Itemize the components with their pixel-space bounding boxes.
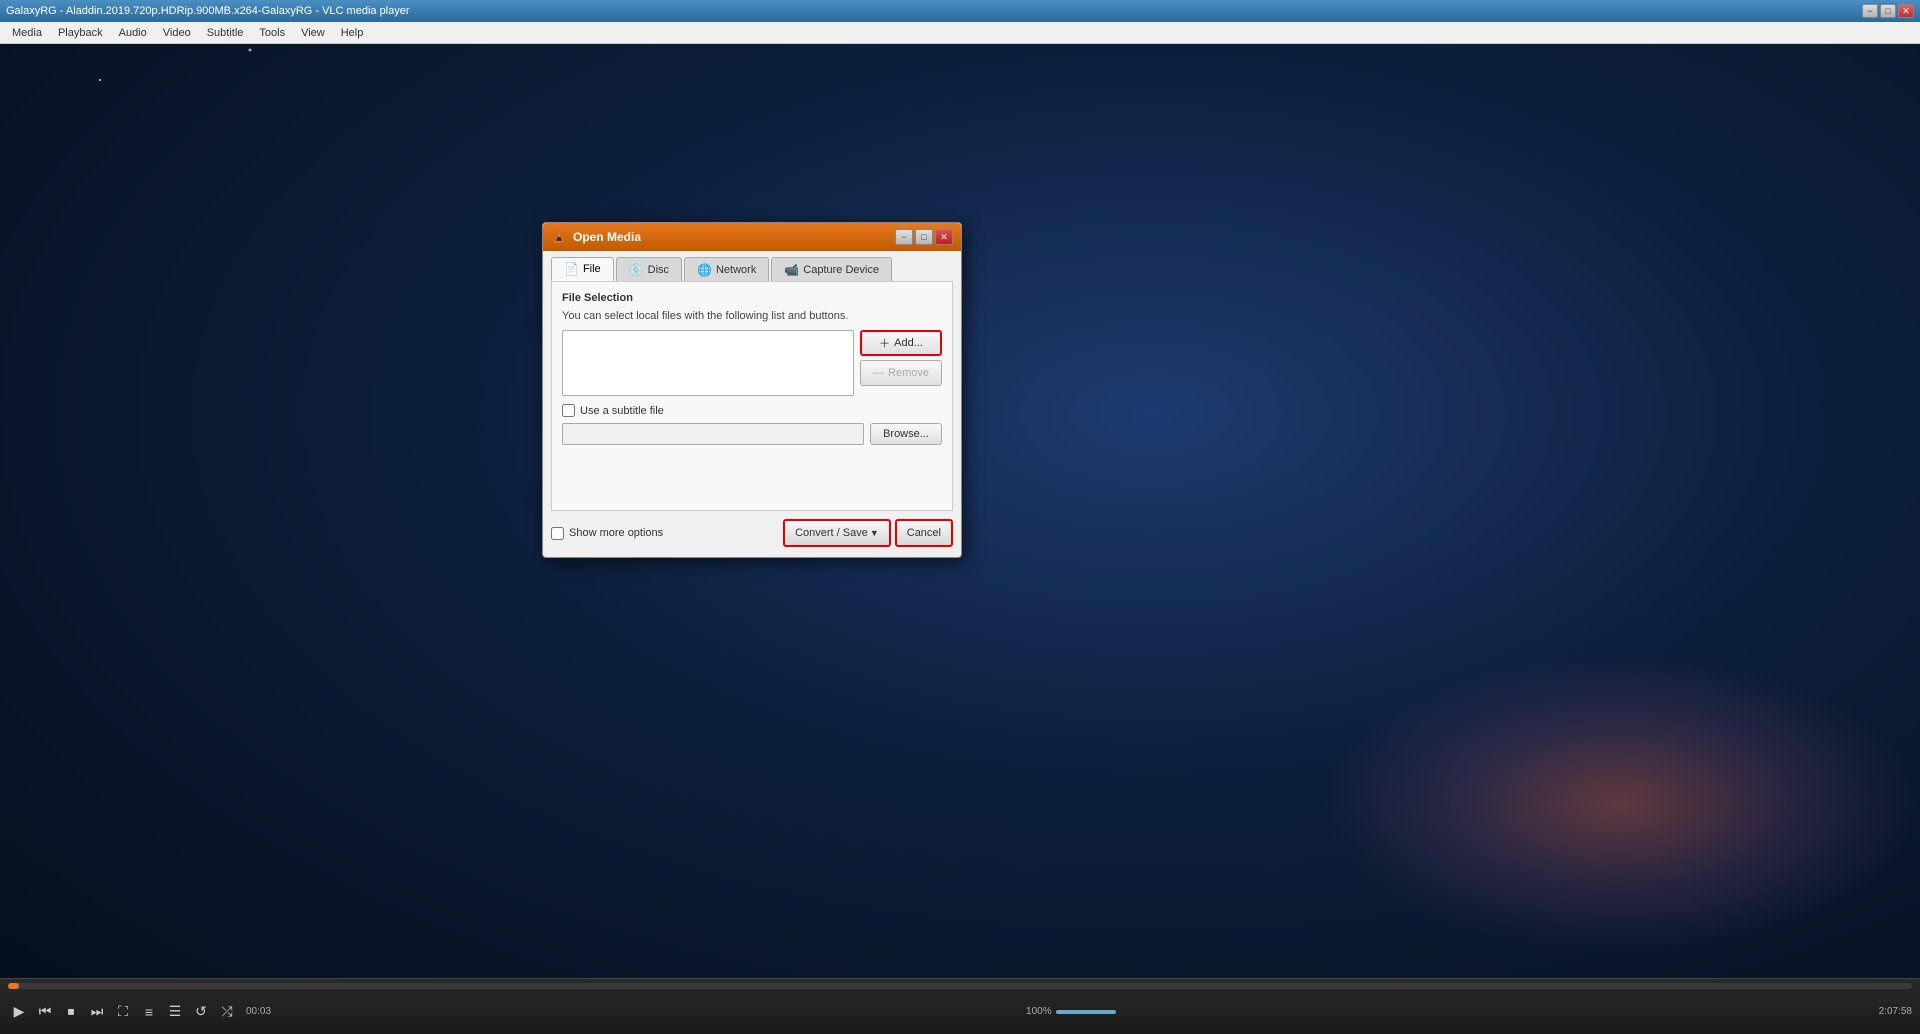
subtitle-label-text: Use a subtitle file (580, 405, 664, 417)
remove-label: Remove (888, 367, 929, 379)
menu-help[interactable]: Help (333, 25, 372, 41)
capture-tab-label: Capture Device (803, 264, 879, 276)
volume-bar-track[interactable] (1056, 1010, 1116, 1014)
stop-button[interactable]: ⏹ (60, 1001, 82, 1023)
section-description: You can select local files with the foll… (562, 310, 942, 322)
volume-area: 100% (1026, 1006, 1116, 1017)
subtitle-input-row: Browse... (562, 423, 942, 445)
remove-icon: — (873, 367, 884, 379)
remove-file-button[interactable]: — Remove (860, 360, 942, 386)
add-file-button[interactable]: ＋ Add... (860, 330, 942, 356)
menu-tools[interactable]: Tools (251, 25, 293, 41)
file-list-area: ＋ Add... — Remove (562, 330, 942, 396)
file-tab-label: File (583, 263, 601, 275)
dialog-title-text: Open Media (573, 230, 895, 244)
subtitle-row: Use a subtitle file (562, 404, 942, 417)
time-total: 2:07:58 (1879, 1006, 1912, 1017)
subtitle-checkbox-label[interactable]: Use a subtitle file (562, 404, 664, 417)
tab-file[interactable]: 📄 File (551, 257, 614, 281)
network-tab-icon: 🌐 (697, 263, 712, 277)
minimize-button[interactable]: − (1862, 4, 1878, 18)
extended-button[interactable]: ≡ (138, 1001, 160, 1023)
cloud-decoration (1320, 654, 1920, 954)
show-more-text: Show more options (569, 527, 663, 539)
show-more-options-label[interactable]: Show more options (551, 527, 663, 540)
window-title: GalaxyRG - Aladdin.2019.720p.HDRip.900MB… (6, 5, 1862, 17)
maximize-button[interactable]: □ (1880, 4, 1896, 18)
disc-tab-label: Disc (648, 264, 669, 276)
close-window-button[interactable]: ✕ (1898, 4, 1914, 18)
section-title: File Selection (562, 292, 942, 304)
tab-capture[interactable]: 📹 Capture Device (771, 257, 892, 281)
controls-row: ▶ ⏮ ⏹ ⏭ ⛶ ≡ ☰ ↺ ⤮ 00:03 100% 2:07:58 (0, 989, 1920, 1034)
dialog-content: File Selection You can select local file… (551, 281, 953, 511)
volume-label: 100% (1026, 1006, 1052, 1017)
window-controls: − □ ✕ (1862, 4, 1914, 18)
volume-bar-fill (1056, 1010, 1116, 1014)
vlc-icon (551, 229, 567, 245)
menu-subtitle[interactable]: Subtitle (199, 25, 252, 41)
disc-tab-icon: 💿 (629, 263, 644, 277)
subtitle-path-input[interactable] (562, 423, 864, 445)
convert-save-label: Convert / Save (795, 527, 868, 539)
progress-bar-fill (8, 983, 19, 989)
playlist-button[interactable]: ☰ (164, 1001, 186, 1023)
bottom-bar: ▶ ⏮ ⏹ ⏭ ⛶ ≡ ☰ ↺ ⤮ 00:03 100% 2:07:58 (0, 978, 1920, 1034)
cancel-button[interactable]: Cancel (895, 519, 953, 547)
tab-disc[interactable]: 💿 Disc (616, 257, 682, 281)
prev-button[interactable]: ⏮ (34, 1001, 56, 1023)
random-button[interactable]: ⤮ (216, 1001, 238, 1023)
menu-media[interactable]: Media (4, 25, 50, 41)
menu-playback[interactable]: Playback (50, 25, 111, 41)
show-more-checkbox[interactable] (551, 527, 564, 540)
tab-network[interactable]: 🌐 Network (684, 257, 769, 281)
next-button[interactable]: ⏭ (86, 1001, 108, 1023)
fullscreen-button[interactable]: ⛶ (112, 1001, 134, 1023)
progress-bar-track[interactable] (8, 983, 1912, 989)
cancel-label: Cancel (907, 527, 941, 539)
dialog-minimize-button[interactable]: − (895, 229, 913, 245)
dialog-close-button[interactable]: ✕ (935, 229, 953, 245)
file-action-buttons: ＋ Add... — Remove (860, 330, 942, 396)
play-button[interactable]: ▶ (8, 1001, 30, 1023)
menu-audio[interactable]: Audio (111, 25, 155, 41)
loop-button[interactable]: ↺ (190, 1001, 212, 1023)
file-list-box (562, 330, 854, 396)
menu-view[interactable]: View (293, 25, 333, 41)
network-tab-label: Network (716, 264, 756, 276)
subtitle-checkbox[interactable] (562, 404, 575, 417)
tabs-row: 📄 File 💿 Disc 🌐 Network 📹 Capture Device (543, 251, 961, 281)
add-label: Add... (894, 337, 923, 349)
browse-subtitle-button[interactable]: Browse... (870, 423, 942, 445)
capture-tab-icon: 📹 (784, 263, 799, 277)
menu-video[interactable]: Video (155, 25, 199, 41)
convert-save-dropdown-arrow: ▼ (870, 528, 879, 538)
add-icon: ＋ (879, 335, 890, 351)
title-bar: GalaxyRG - Aladdin.2019.720p.HDRip.900MB… (0, 0, 1920, 22)
file-tab-icon: 📄 (564, 262, 579, 276)
dialog-title-bar: Open Media − □ ✕ (543, 223, 961, 251)
dialog-bottom: Show more options Convert / Save ▼ Cance… (543, 511, 961, 557)
open-media-dialog: Open Media − □ ✕ 📄 File 💿 Disc 🌐 Network… (542, 222, 962, 558)
menu-bar: Media Playback Audio Video Subtitle Tool… (0, 22, 1920, 44)
dialog-window-controls: − □ ✕ (895, 229, 953, 245)
convert-save-button[interactable]: Convert / Save ▼ (783, 519, 891, 547)
dialog-maximize-button[interactable]: □ (915, 229, 933, 245)
dialog-action-buttons: Convert / Save ▼ Cancel (783, 519, 953, 547)
time-current: 00:03 (246, 1006, 271, 1017)
